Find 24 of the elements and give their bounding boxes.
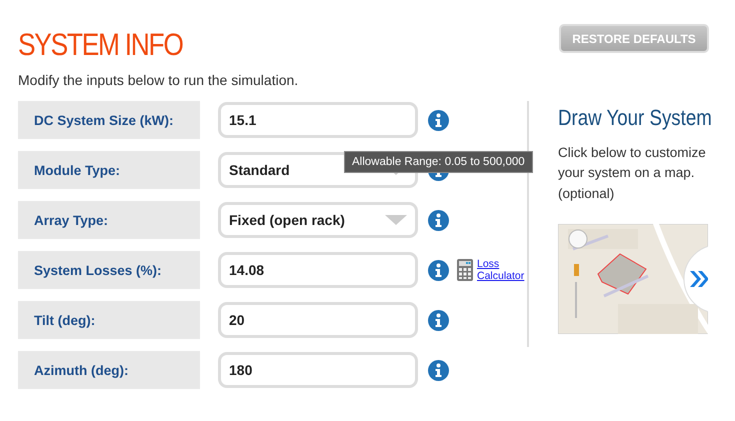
info-icon[interactable] [428, 310, 449, 331]
panel-title: Draw Your System [558, 105, 712, 132]
field-label: DC System Size (kW): [18, 101, 200, 140]
panel-text: Click below to customize your system on a map. (optional) [558, 144, 707, 203]
field-label: Tilt (deg): [18, 301, 200, 340]
info-icon[interactable] [428, 110, 449, 131]
intro-text: Modify the inputs below to run the simulation. [18, 72, 300, 88]
calculator-icon [457, 259, 473, 282]
field-label: Module Type: [18, 151, 200, 190]
input-field[interactable]: 15.1 [218, 102, 418, 138]
field-label: Array Type: [18, 201, 200, 240]
info-icon[interactable] [428, 210, 449, 231]
tooltip: Allowable Range: 0.05 to 500,000 [344, 151, 533, 174]
input-field[interactable]: 180 [218, 352, 418, 388]
input-field[interactable]: 20 [218, 302, 418, 338]
dropdown[interactable]: Fixed (open rack) [218, 202, 418, 238]
input-field[interactable]: 14.08 [218, 252, 418, 288]
field-label: Azimuth (deg): [18, 351, 200, 390]
info-icon[interactable] [428, 360, 449, 381]
field-label: System Losses (%): [18, 251, 200, 290]
info-icon[interactable] [428, 260, 449, 281]
caret-icon [385, 215, 407, 226]
loss-calculator-link[interactable]: Loss Calculator [477, 258, 527, 283]
page-title: SYSTEM INFO [18, 28, 183, 62]
